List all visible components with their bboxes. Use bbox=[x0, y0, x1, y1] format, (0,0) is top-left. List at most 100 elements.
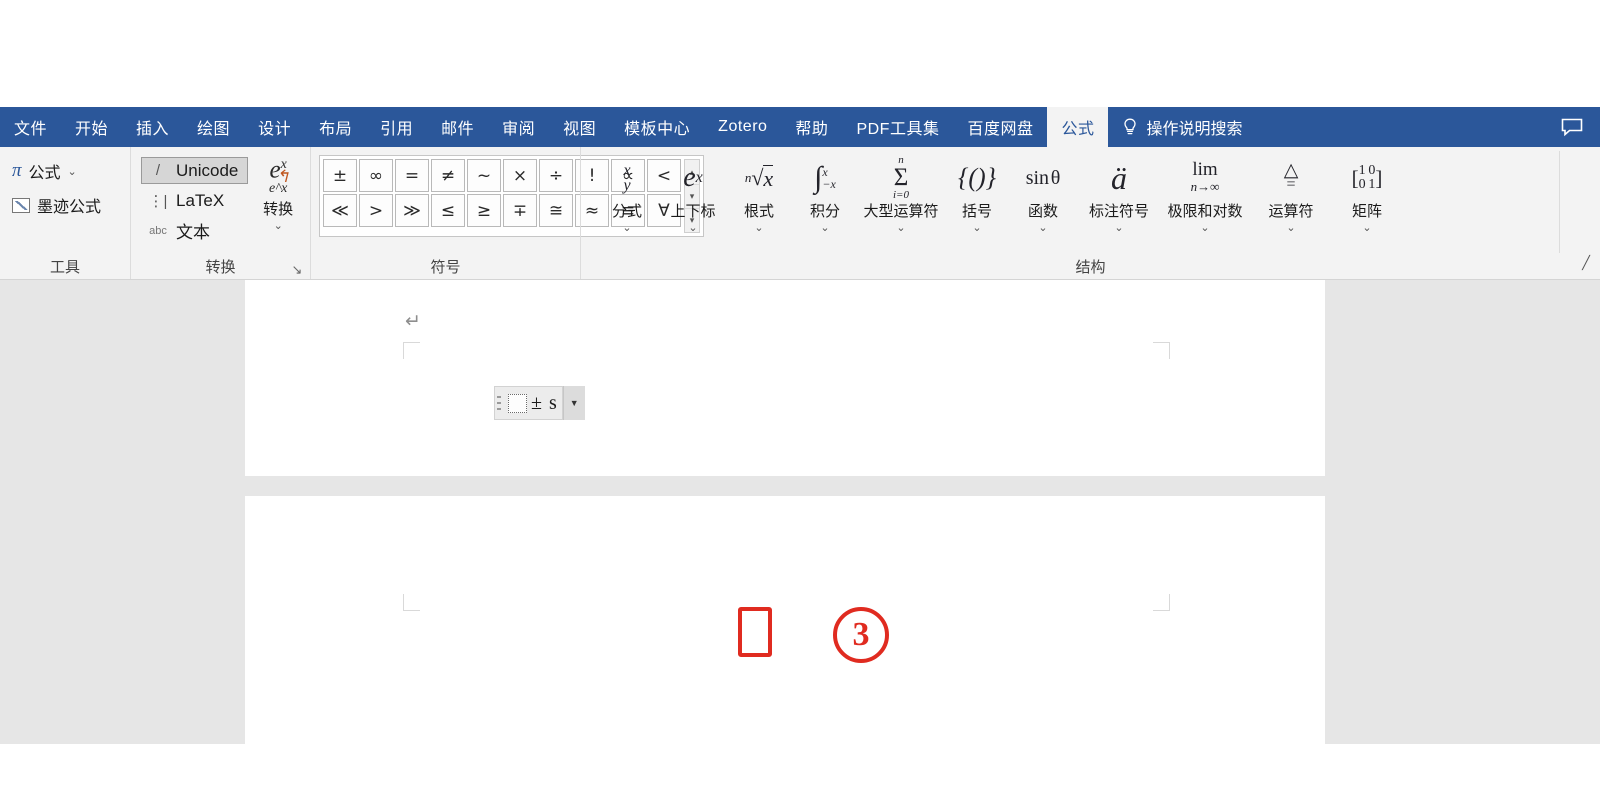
ribbon-tab-draw[interactable]: 绘图 bbox=[183, 107, 244, 147]
symbol-cell[interactable]: ÷ bbox=[539, 159, 573, 192]
chevron-down-icon[interactable]: ⌄ bbox=[68, 165, 77, 178]
tab-strip-spacer bbox=[1257, 107, 1551, 147]
symbol-cell[interactable]: ∞ bbox=[359, 159, 393, 192]
conversion-option-text[interactable]: abc 文本 bbox=[141, 217, 248, 244]
chevron-down-icon[interactable]: ⌄ bbox=[972, 221, 981, 234]
comment-icon[interactable] bbox=[1550, 107, 1600, 147]
lightbulb-icon bbox=[1122, 117, 1138, 137]
matrix-icon: [ 1 00 1 ] bbox=[1351, 163, 1383, 192]
structure-button-radical[interactable]: n √ x 根式 ⌄ bbox=[727, 151, 791, 234]
chevron-down-icon[interactable]: ⌄ bbox=[1114, 221, 1123, 234]
equation-content-control[interactable]: ± s ▼ bbox=[494, 386, 585, 420]
equation-button[interactable]: π 公式 ⌄ bbox=[12, 159, 77, 183]
structure-label-radical: 根式 bbox=[743, 203, 774, 220]
chevron-down-icon[interactable]: ⌄ bbox=[820, 221, 829, 234]
symbol-cell[interactable]: ≫ bbox=[395, 194, 429, 227]
group-label-structures: 结构 bbox=[1075, 259, 1106, 276]
chevron-down-icon[interactable]: ⌄ bbox=[1038, 221, 1047, 234]
fraction-icon: xy bbox=[623, 162, 631, 194]
ribbon-group-symbols: ± ∞ = ≠ ~ × ÷ ! ∝ < ≪ > ≫ ≤ ≥ ∓ ≅ ≈ ≡ ∀ … bbox=[310, 147, 704, 279]
word-window: 文件 开始 插入 绘图 设计 布局 引用 邮件 审阅 视图 模板中心 Zoter… bbox=[0, 0, 1600, 800]
annotation-step-number: 3 bbox=[833, 607, 889, 663]
ribbon-tab-help[interactable]: 帮助 bbox=[781, 107, 842, 147]
ink-equation-button[interactable]: 墨迹公式 bbox=[12, 193, 101, 217]
chevron-down-icon[interactable]: ⌄ bbox=[896, 221, 905, 234]
conversion-option-text-label: 文本 bbox=[176, 223, 210, 242]
chevron-down-icon[interactable]: ⌄ bbox=[688, 221, 697, 234]
symbol-cell[interactable]: ≠ bbox=[431, 159, 465, 192]
chevron-down-icon[interactable]: ⌄ bbox=[1286, 221, 1295, 234]
structure-label-matrix: 矩阵 bbox=[1351, 203, 1382, 220]
structure-button-function[interactable]: sin θ 函数 ⌄ bbox=[1011, 151, 1075, 235]
document-canvas[interactable]: ↵ ± s ▼ bbox=[0, 280, 1600, 800]
large-operator-icon: n Σ i=0 bbox=[893, 154, 909, 201]
symbol-cell[interactable]: ∓ bbox=[503, 194, 537, 227]
ribbon-group-conversions: / Unicode ⋮| LaTeX abc 文本 ex ↰ e^x 转换 ⌄ … bbox=[130, 147, 310, 279]
structure-button-fraction[interactable]: xy 分式 ⌄ bbox=[595, 151, 659, 235]
convert-button[interactable]: ex ↰ e^x 转换 ⌄ bbox=[254, 151, 302, 232]
equation-body[interactable]: ± s bbox=[503, 386, 563, 420]
equation-button-label: 公式 bbox=[28, 165, 61, 182]
structure-button-accent[interactable]: ä 标注符号 ⌄ bbox=[1077, 151, 1161, 235]
ink-equation-label: 墨迹公式 bbox=[37, 199, 102, 216]
ribbon-tab-layout[interactable]: 布局 bbox=[305, 107, 366, 147]
chevron-down-icon[interactable]: ⌄ bbox=[622, 221, 631, 234]
structure-button-operator[interactable]: △ = 运算符 ⌄ bbox=[1249, 151, 1333, 234]
ribbon-body: π 公式 ⌄ 墨迹公式 工具 / Unicode ⋮| LaTeX abc 文本… bbox=[0, 147, 1600, 280]
structure-button-script[interactable]: ex 上下标 ⌄ bbox=[661, 151, 725, 234]
ribbon-tab-mailings[interactable]: 邮件 bbox=[427, 107, 488, 147]
structure-button-limit-log[interactable]: lim n→∞ 极限和对数 ⌄ bbox=[1163, 151, 1247, 234]
group-label-conversions: 转换 ↘ bbox=[131, 257, 310, 279]
symbol-cell[interactable]: ≪ bbox=[323, 194, 357, 227]
convert-button-label: 转换 bbox=[263, 201, 294, 219]
structure-label-fraction: 分式 bbox=[611, 203, 642, 220]
structure-button-matrix[interactable]: [ 1 00 1 ] 矩阵 ⌄ bbox=[1335, 151, 1399, 235]
document-page-previous[interactable]: ↵ bbox=[245, 280, 1325, 476]
slash-icon: / bbox=[155, 162, 161, 179]
ribbon-tab-view[interactable]: 视图 bbox=[549, 107, 610, 147]
dialog-launcher-icon[interactable]: ↘ bbox=[290, 263, 304, 277]
ribbon-tab-pdf-tools[interactable]: PDF工具集 bbox=[842, 107, 953, 147]
tell-me-search[interactable]: 操作说明搜索 bbox=[1108, 107, 1256, 147]
symbol-cell[interactable]: ≅ bbox=[539, 194, 573, 227]
symbol-cell[interactable]: ≥ bbox=[467, 194, 501, 227]
symbol-cell[interactable]: × bbox=[503, 159, 537, 192]
chevron-down-icon[interactable]: ⌄ bbox=[754, 221, 763, 234]
operator-icon: △ = bbox=[1283, 160, 1299, 193]
collapse-ribbon-icon[interactable]: ╱ bbox=[1582, 255, 1590, 271]
symbol-cell[interactable]: ± bbox=[323, 159, 357, 192]
structure-label-operator: 运算符 bbox=[1268, 203, 1314, 220]
radical-icon: n √ x bbox=[744, 164, 774, 191]
chevron-down-icon[interactable]: ⌄ bbox=[1362, 221, 1371, 234]
equation-handle-icon[interactable] bbox=[494, 386, 503, 420]
ribbon-tab-template-center[interactable]: 模板中心 bbox=[610, 107, 704, 147]
ribbon-tab-zotero[interactable]: Zotero bbox=[704, 107, 781, 147]
conversion-option-latex[interactable]: ⋮| LaTeX bbox=[141, 187, 248, 214]
structure-button-integral[interactable]: ∫ x −x 积分 ⌄ bbox=[793, 151, 857, 234]
latex-glyph-icon: ⋮| bbox=[148, 192, 168, 210]
ribbon-tab-references[interactable]: 引用 bbox=[366, 107, 427, 147]
structure-button-bracket[interactable]: {()} 括号 ⌄ bbox=[945, 151, 1009, 234]
chevron-down-icon[interactable]: ⌄ bbox=[1200, 221, 1209, 234]
chevron-down-icon[interactable]: ⌄ bbox=[274, 219, 283, 232]
symbol-cell[interactable]: ≤ bbox=[431, 194, 465, 227]
convert-arrow-icon: ↰ bbox=[275, 167, 290, 186]
ribbon-tab-design[interactable]: 设计 bbox=[244, 107, 305, 147]
equation-placeholder-slot[interactable] bbox=[508, 393, 527, 413]
symbol-cell[interactable]: > bbox=[359, 194, 393, 227]
conversion-option-unicode[interactable]: / Unicode bbox=[141, 157, 249, 184]
conversion-option-unicode-label: Unicode bbox=[176, 160, 239, 180]
structure-label-large-operator-text: 大型运算符 bbox=[863, 203, 939, 220]
ribbon-tab-baidu-netdisk[interactable]: 百度网盘 bbox=[953, 107, 1047, 147]
symbol-cell[interactable]: = bbox=[395, 159, 429, 192]
ribbon-tab-file[interactable]: 文件 bbox=[0, 107, 61, 147]
ribbon-tab-insert[interactable]: 插入 bbox=[122, 107, 183, 147]
ribbon-tab-equation[interactable]: 公式 bbox=[1047, 107, 1109, 147]
symbol-cell[interactable]: ~ bbox=[467, 159, 501, 192]
title-bar-area bbox=[0, 0, 1600, 107]
equation-dropdown-button[interactable]: ▼ bbox=[562, 386, 585, 420]
structure-button-large-operator[interactable]: n Σ i=0 大型运算符 ⌄ bbox=[859, 151, 943, 235]
ribbon-tab-home[interactable]: 开始 bbox=[61, 107, 122, 147]
ribbon-tab-review[interactable]: 审阅 bbox=[488, 107, 549, 147]
equation-text[interactable]: ± s bbox=[531, 392, 558, 415]
